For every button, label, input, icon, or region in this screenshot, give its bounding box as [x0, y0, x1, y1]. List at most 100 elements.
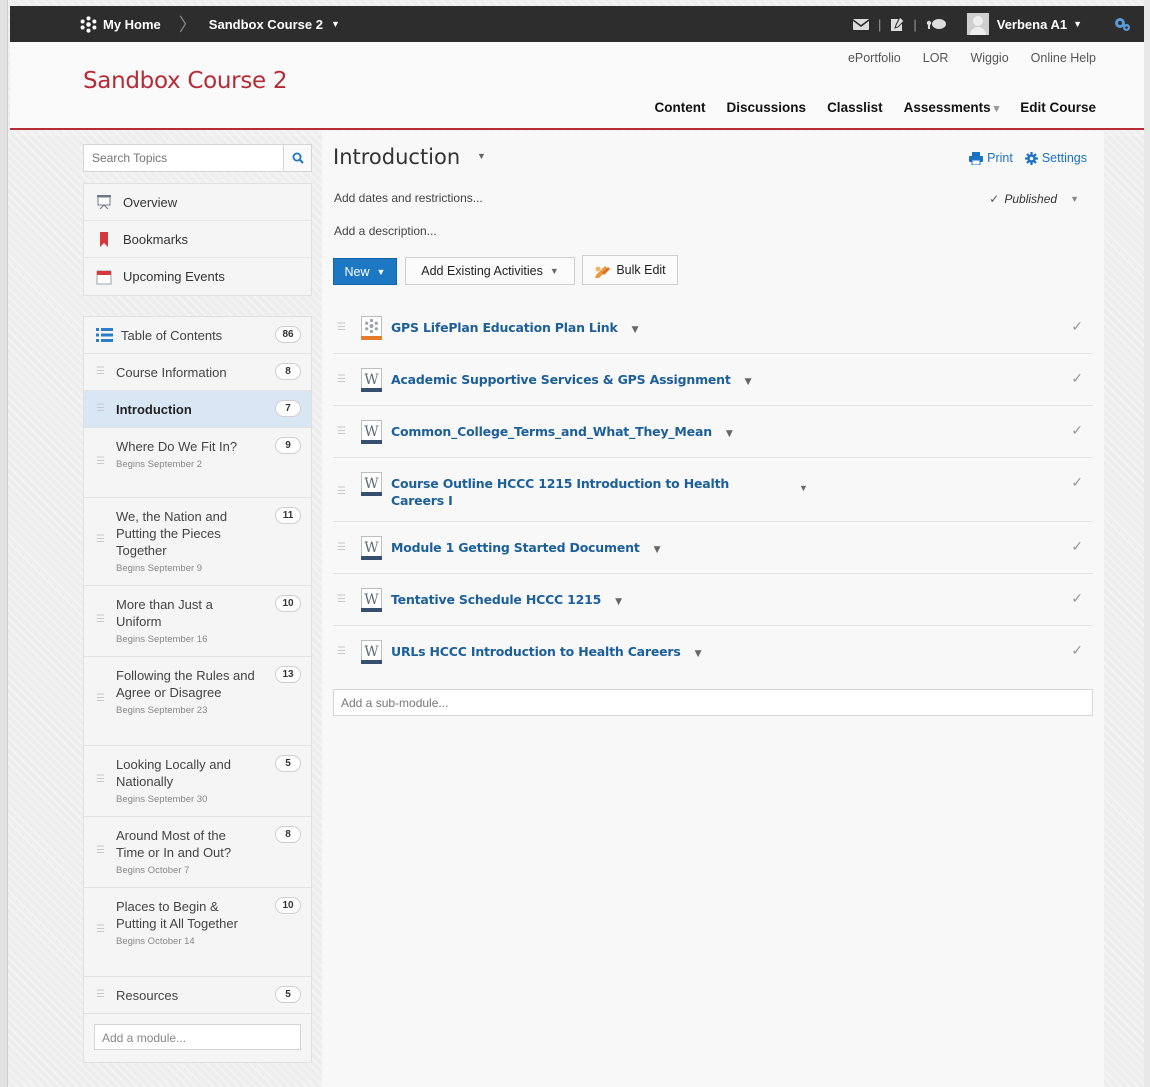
print-button[interactable]: Print: [969, 151, 1013, 165]
list-item[interactable]: ☰ W Module 1 Getting Started Document ▼ ✓: [333, 522, 1093, 574]
svg-text:W: W: [364, 476, 379, 492]
sidebar-item-label: Bookmarks: [123, 231, 189, 247]
drag-handle-icon[interactable]: ☰: [96, 989, 105, 1000]
drag-handle-icon[interactable]: ☰: [96, 774, 105, 785]
course-title[interactable]: Sandbox Course 2: [83, 68, 288, 94]
module-title: More than Just a Uniform Begins September…: [116, 586, 256, 648]
count-badge: 7: [275, 400, 301, 417]
drag-handle-icon[interactable]: ☰: [337, 646, 346, 657]
chevron-down-icon[interactable]: ▼: [632, 322, 639, 339]
list-item[interactable]: ☰ W URLs HCCC Introduction to Health Car…: [333, 626, 1093, 678]
word-doc-icon: W: [361, 588, 382, 612]
chevron-down-icon[interactable]: ▼: [799, 483, 808, 493]
gear-icon[interactable]: [1112, 15, 1132, 33]
drag-handle-icon[interactable]: ☰: [96, 693, 105, 704]
add-submodule-input[interactable]: Add a sub-module...: [333, 689, 1093, 716]
list-item[interactable]: ☰ W Tentative Schedule HCCC 1215 ▼ ✓: [333, 574, 1093, 626]
word-doc-icon: W: [361, 640, 382, 664]
course-selector[interactable]: Sandbox Course 2 ▼: [209, 17, 340, 32]
new-button[interactable]: New ▼: [333, 258, 397, 285]
module-item[interactable]: ☰ More than Just a Uniform Begins Septemb…: [84, 586, 311, 657]
drag-handle-icon[interactable]: ☰: [96, 366, 105, 377]
drag-handle-icon[interactable]: ☰: [337, 486, 346, 497]
sidebar-item-overview[interactable]: Overview: [84, 184, 311, 221]
module-item[interactable]: ☰ Looking Locally and Nationally Begins S…: [84, 746, 311, 817]
message-alerts-icon[interactable]: [852, 17, 870, 32]
drag-handle-icon[interactable]: ☰: [96, 403, 105, 414]
chevron-down-icon[interactable]: ▼: [1073, 19, 1082, 29]
eportfolio-link[interactable]: ePortfolio: [848, 51, 901, 65]
add-description-link[interactable]: Add a description...: [334, 224, 437, 238]
list-icon: [96, 328, 113, 347]
module-item-active[interactable]: ☰ Introduction 7: [84, 391, 311, 428]
chevron-down-icon[interactable]: ▼: [726, 426, 733, 443]
sidebar-item-upcoming-events[interactable]: Upcoming Events: [84, 258, 311, 295]
bulk-edit-label: Bulk Edit: [616, 263, 666, 277]
topic-title[interactable]: Academic Supportive Services & GPS Assig…: [391, 371, 752, 391]
drag-handle-icon[interactable]: ☰: [96, 614, 105, 625]
add-module-input[interactable]: Add a module...: [94, 1024, 301, 1050]
my-home-link[interactable]: My Home: [80, 15, 161, 33]
module-item[interactable]: ☰ Where Do We Fit In? Begins September 2 …: [84, 428, 311, 498]
nav-assessments[interactable]: Assessments: [904, 100, 1000, 115]
chevron-down-icon: ▼: [330, 19, 340, 29]
checkmark-icon: ✓: [1071, 370, 1083, 386]
wiggio-link[interactable]: Wiggio: [970, 51, 1008, 65]
subscription-alerts-icon[interactable]: [925, 18, 947, 30]
toc-header[interactable]: Table of Contents 86: [84, 317, 311, 354]
chevron-down-icon[interactable]: ▼: [615, 594, 622, 611]
drag-handle-icon[interactable]: ☰: [337, 374, 346, 385]
list-item[interactable]: ☰ W Academic Supportive Services & GPS A…: [333, 354, 1093, 406]
user-name[interactable]: Verbena A1: [997, 17, 1067, 32]
topic-title[interactable]: Course Outline HCCC 1215 Introduction to…: [391, 475, 781, 509]
calendar-icon: [95, 269, 113, 285]
module-item[interactable]: ☰ Around Most of the Time or In and Out?…: [84, 817, 311, 888]
chevron-down-icon[interactable]: ▼: [745, 374, 752, 391]
topic-title-text: Common_College_Terms_and_What_They_Mean: [391, 424, 712, 439]
settings-button[interactable]: Settings: [1024, 151, 1087, 165]
list-item[interactable]: ☰ W Common_College_Terms_and_What_They_M…: [333, 406, 1093, 458]
nav-classlist[interactable]: Classlist: [827, 100, 883, 115]
lor-link[interactable]: LOR: [923, 51, 949, 65]
add-existing-activities-button[interactable]: Add Existing Activities ▼: [405, 257, 575, 285]
sidebar-item-bookmarks[interactable]: Bookmarks: [84, 221, 311, 258]
topic-title[interactable]: Common_College_Terms_and_What_They_Mean ▼: [391, 423, 733, 443]
topic-title[interactable]: Tentative Schedule HCCC 1215 ▼: [391, 591, 622, 611]
chevron-down-icon: ▼: [376, 266, 386, 277]
search-button[interactable]: [283, 145, 311, 171]
module-item[interactable]: ☰ We, the Nation and Putting the Pieces …: [84, 498, 311, 586]
nav-discussions[interactable]: Discussions: [727, 100, 807, 115]
nav-edit-course[interactable]: Edit Course: [1020, 100, 1096, 115]
online-help-link[interactable]: Online Help: [1031, 51, 1096, 65]
drag-handle-icon[interactable]: ☰: [96, 924, 105, 935]
bulk-edit-button[interactable]: Bulk Edit: [582, 255, 678, 285]
module-item[interactable]: ☰ Following the Rules and Agree or Disag…: [84, 657, 311, 746]
drag-handle-icon[interactable]: ☰: [96, 534, 105, 545]
module-item[interactable]: ☰ Course Information 8: [84, 354, 311, 391]
chevron-down-icon[interactable]: ▼: [695, 646, 702, 663]
module-item[interactable]: ☰ Places to Begin & Putting it All Toget…: [84, 888, 311, 977]
published-label: Published: [1004, 192, 1058, 206]
search-input[interactable]: [84, 145, 283, 171]
page-title[interactable]: Introduction: [333, 145, 460, 169]
drag-handle-icon[interactable]: ☰: [337, 426, 346, 437]
module-item[interactable]: ☰ Resources 5: [84, 977, 311, 1014]
list-item[interactable]: ☰ GPS LifePlan Education Plan Link ▼ ✓: [333, 302, 1093, 354]
topic-title[interactable]: URLs HCCC Introduction to Health Careers…: [391, 643, 702, 663]
list-item[interactable]: ☰ W Course Outline HCCC 1215 Introductio…: [333, 458, 1093, 522]
drag-handle-icon[interactable]: ☰: [96, 456, 105, 467]
drag-handle-icon[interactable]: ☰: [337, 594, 346, 605]
drag-handle-icon[interactable]: ☰: [337, 542, 346, 553]
update-alerts-icon[interactable]: [889, 16, 906, 32]
chevron-down-icon[interactable]: ▼: [654, 542, 661, 559]
chevron-down-icon[interactable]: ▼: [477, 151, 486, 161]
drag-handle-icon[interactable]: ☰: [96, 845, 105, 856]
topic-title[interactable]: Module 1 Getting Started Document ▼: [391, 539, 661, 559]
course-header: Sandbox Course 2 ePortfolio LOR Wiggio O…: [10, 42, 1144, 130]
published-status[interactable]: ✓ Published ▼: [989, 192, 1079, 206]
drag-handle-icon[interactable]: ☰: [337, 322, 346, 333]
add-dates-link[interactable]: Add dates and restrictions...: [334, 191, 483, 205]
avatar[interactable]: [966, 13, 989, 35]
topic-title[interactable]: GPS LifePlan Education Plan Link ▼: [391, 319, 639, 339]
nav-content[interactable]: Content: [655, 100, 706, 115]
